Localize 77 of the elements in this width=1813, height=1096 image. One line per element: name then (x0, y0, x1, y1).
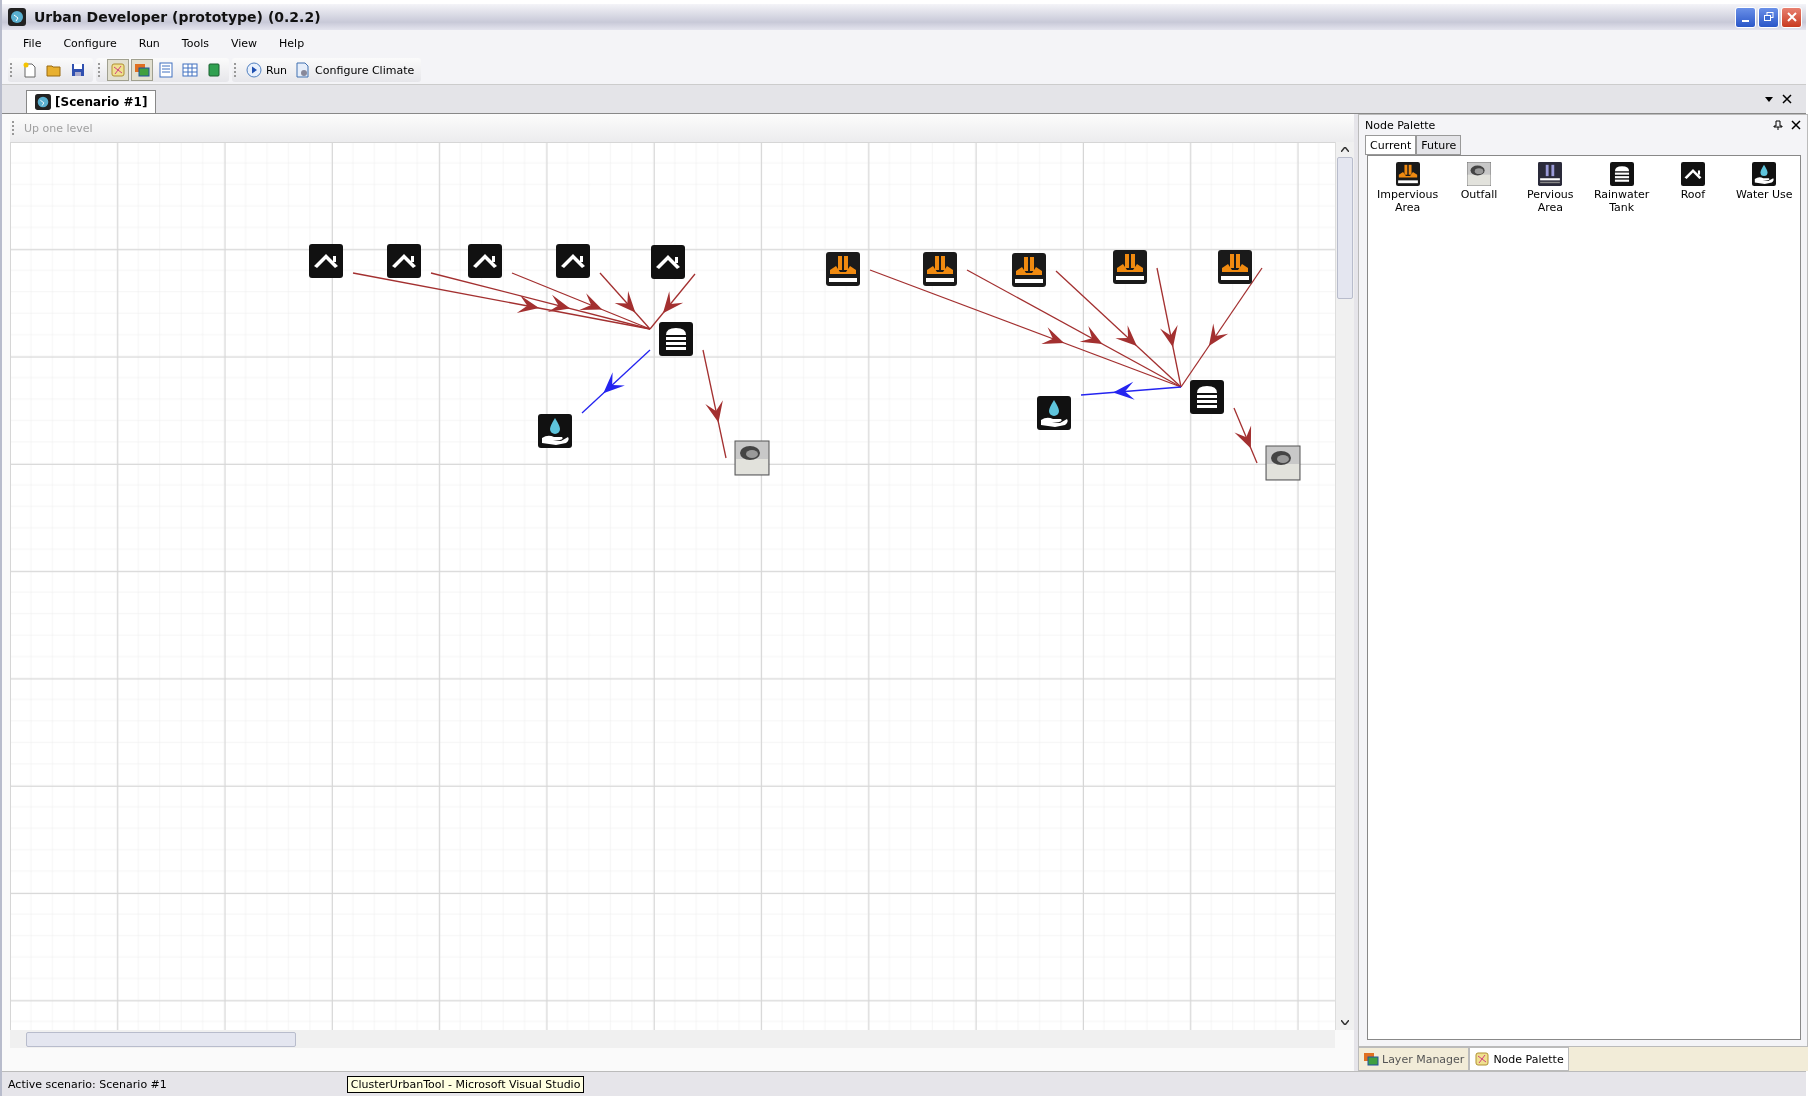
menu-item[interactable]: File (12, 36, 53, 50)
impervious-area-icon (923, 252, 957, 286)
palette-tab[interactable]: Future (1416, 135, 1462, 155)
pipe-outlet-icon (1467, 162, 1491, 186)
toolbar-button[interactable]: Run (243, 59, 291, 81)
scrollbar-thumb[interactable] (26, 1031, 296, 1047)
menu-item[interactable]: View (219, 36, 269, 50)
document-tab[interactable]: [Scenario #1] (26, 90, 157, 113)
folder-icon (46, 65, 61, 77)
dropdown-icon[interactable] (1764, 94, 1774, 104)
map-icon (111, 63, 125, 77)
close-icon (1786, 12, 1797, 22)
roof-icon (556, 244, 590, 278)
status-text: Active scenario: Scenario #1 (8, 1077, 167, 1091)
play-icon (246, 62, 262, 78)
close-button[interactable] (1781, 6, 1802, 28)
roof-icon (309, 244, 343, 278)
toggle-button[interactable] (107, 59, 129, 81)
layers-icon (1364, 1053, 1379, 1066)
vertical-scrollbar[interactable] (1335, 142, 1354, 1030)
impervious-area-icon (1395, 162, 1420, 186)
close-icon[interactable] (1791, 120, 1801, 130)
tank-icon (659, 322, 693, 356)
menu-item[interactable]: Help (268, 36, 316, 50)
minimize-icon (1742, 20, 1749, 22)
pipe-outlet-icon (734, 440, 770, 476)
tank-icon (1609, 162, 1634, 186)
tooltip: ClusterUrbanTool - Microsoft Visual Studio (346, 1075, 585, 1093)
toolbar-button[interactable]: Configure Climate (292, 59, 418, 81)
menu-item[interactable]: Run (127, 36, 171, 50)
water-hand-icon (1752, 162, 1777, 186)
palette-tab[interactable]: Current (1365, 135, 1417, 155)
palette-item-label[interactable]: Impervious Area (1373, 188, 1442, 214)
palette-item-label[interactable]: Roof (1658, 188, 1727, 201)
panel-title: Node Palette (1365, 118, 1436, 132)
impervious-area-icon (1218, 250, 1252, 284)
book-icon (208, 63, 220, 77)
panel-tab[interactable]: Node Palette (1469, 1047, 1569, 1071)
palette-item-label[interactable]: Water Use (1730, 188, 1799, 201)
document-gear-icon (296, 62, 309, 78)
impervious-area-icon (826, 252, 860, 286)
roof-icon (387, 244, 421, 278)
horizontal-scrollbar[interactable] (10, 1030, 1335, 1048)
pervious-area-icon (1538, 162, 1563, 186)
flow-arrow (581, 349, 651, 414)
close-icon[interactable] (1782, 94, 1792, 104)
window-title: Urban Developer (prototype) (0.2.2) (34, 9, 321, 25)
menu-item[interactable]: Configure (52, 36, 128, 50)
flow-arrow (1233, 407, 1258, 464)
toggle-button[interactable] (131, 59, 153, 81)
restore-icon (1763, 12, 1774, 22)
globe-icon (35, 94, 51, 110)
palette-item-label[interactable]: Rainwater Tank (1587, 188, 1656, 214)
roof-icon (468, 244, 502, 278)
pin-icon[interactable] (1773, 120, 1783, 130)
water-hand-icon (1037, 396, 1071, 430)
impervious-area-icon (1012, 253, 1046, 287)
palette-item-label[interactable]: Pervious Area (1516, 188, 1585, 214)
layers-icon (135, 64, 150, 77)
water-hand-icon (538, 414, 572, 448)
restore-button[interactable] (1758, 6, 1779, 28)
tank-icon (1190, 380, 1224, 414)
new-file-icon (23, 62, 36, 78)
roof-icon (651, 245, 685, 279)
list-icon (159, 62, 173, 78)
minimize-button[interactable] (1735, 6, 1756, 28)
panel-tab[interactable]: Layer Manager (1358, 1047, 1470, 1071)
map-icon (1475, 1052, 1489, 1066)
menu-item[interactable]: Tools (170, 36, 220, 50)
scrollbar-thumb[interactable] (1337, 157, 1353, 299)
palette-item-label[interactable]: Outfall (1445, 188, 1513, 201)
impervious-area-icon (1113, 250, 1147, 284)
save-icon (72, 64, 84, 76)
pipe-outlet-icon (1265, 445, 1301, 481)
roof-icon (1680, 162, 1705, 186)
globe-icon (8, 8, 26, 26)
table-icon (182, 63, 198, 77)
